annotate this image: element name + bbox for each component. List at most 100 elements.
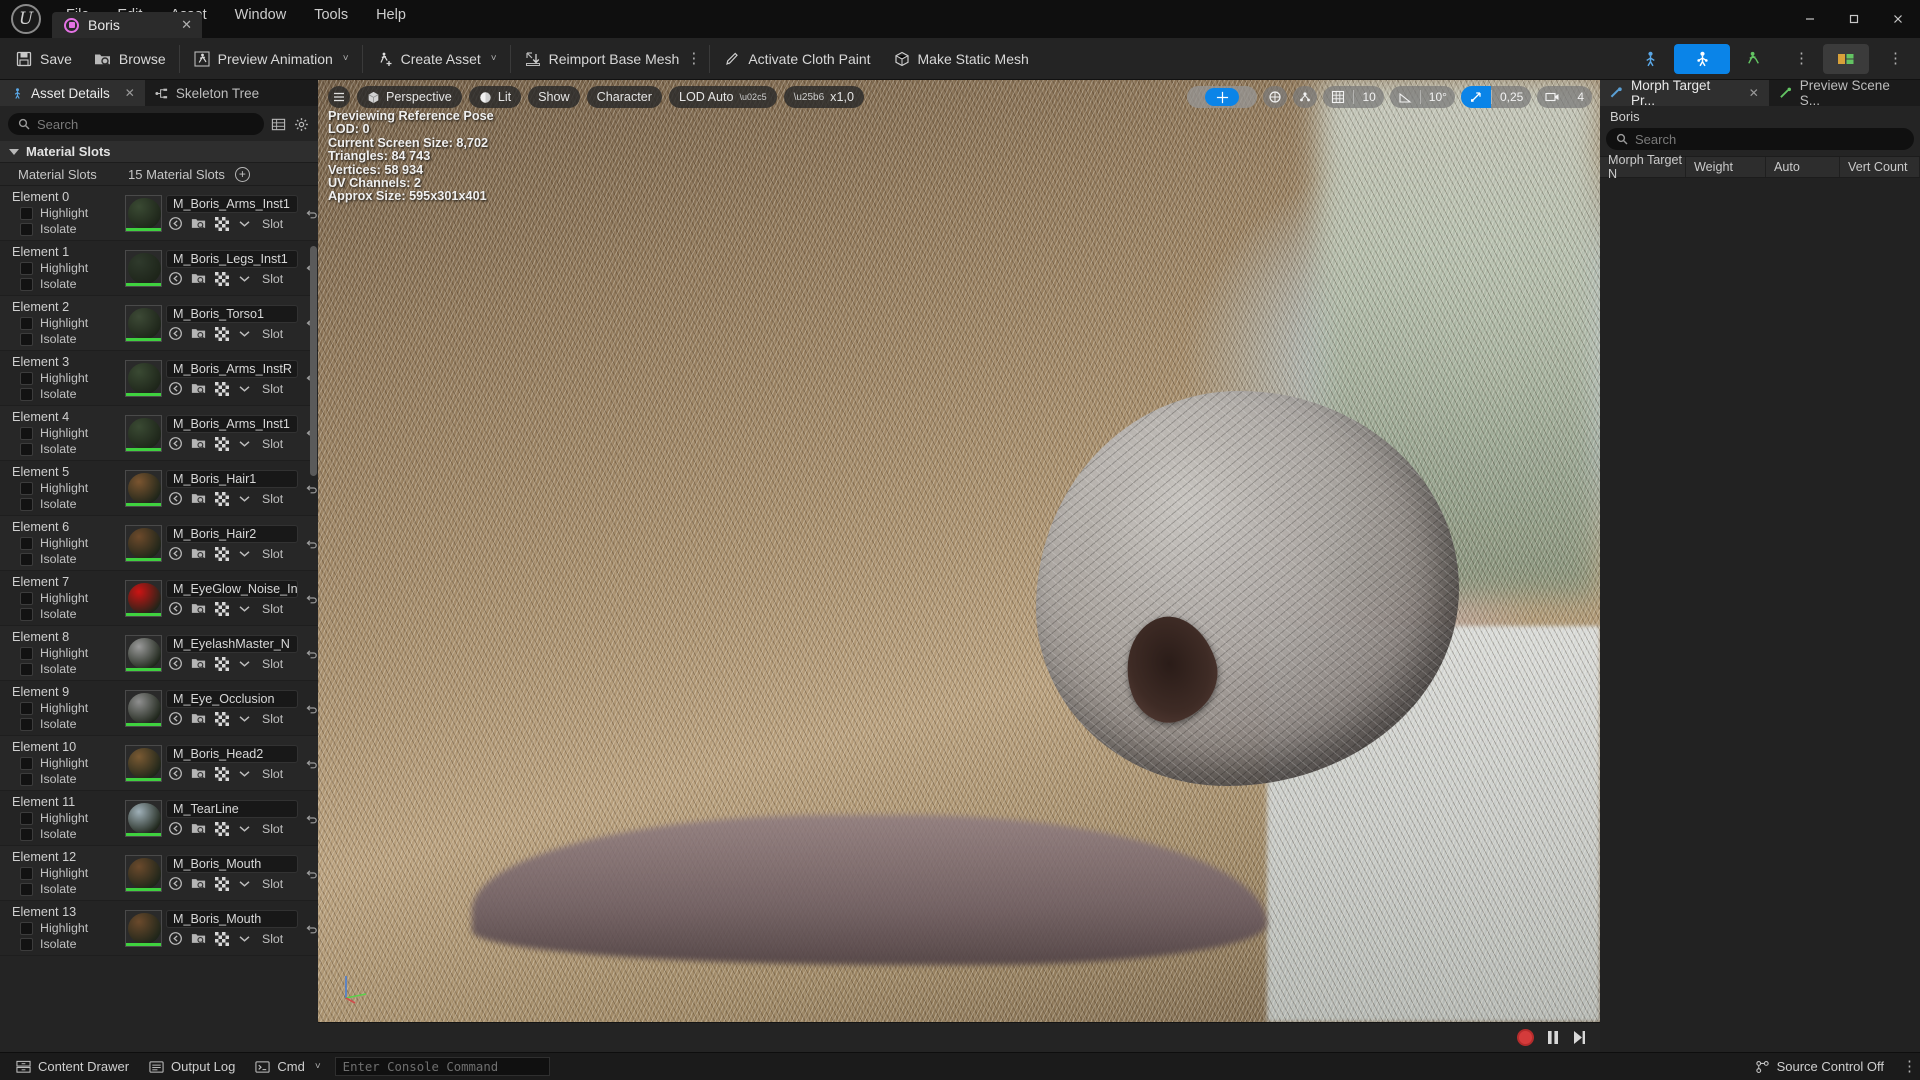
isolate-checkbox[interactable] — [20, 773, 33, 786]
isolate-checkbox-row[interactable]: Isolate — [12, 222, 120, 237]
record-icon[interactable] — [1517, 1029, 1534, 1046]
tab-asset-details[interactable]: Asset Details ✕ — [0, 80, 145, 106]
material-slot-list[interactable]: Element 0 Highlight Isolate M_Boris_Arms… — [0, 186, 318, 1052]
isolate-checkbox[interactable] — [20, 443, 33, 456]
transform-mode-toggle[interactable] — [1187, 86, 1258, 108]
use-selected-asset-icon[interactable] — [214, 876, 229, 891]
highlight-checkbox[interactable] — [20, 592, 33, 605]
material-slot-row[interactable]: Element 0 Highlight Isolate M_Boris_Arms… — [0, 186, 318, 241]
tab-preview-scene-settings[interactable]: Preview Scene S... — [1768, 78, 1920, 108]
use-selected-asset-icon[interactable] — [214, 656, 229, 671]
material-slot-row[interactable]: Element 6 Highlight Isolate M_Boris_Hair… — [0, 516, 318, 571]
isolate-checkbox-row[interactable]: Isolate — [12, 552, 120, 567]
browse-to-asset-icon[interactable] — [168, 271, 183, 286]
use-selected-asset-icon[interactable] — [214, 381, 229, 396]
browse-to-asset-icon[interactable] — [168, 491, 183, 506]
scrollbar-thumb[interactable] — [310, 246, 317, 476]
material-slot-row[interactable]: Element 4 Highlight Isolate M_Boris_Arms… — [0, 406, 318, 461]
grid-snap-control[interactable]: 10 — [1323, 86, 1384, 108]
browse-to-asset-icon[interactable] — [168, 766, 183, 781]
browse-to-asset-icon[interactable] — [168, 821, 183, 836]
use-selected-asset-icon[interactable] — [214, 931, 229, 946]
material-name-field[interactable]: M_Boris_Head2 — [166, 745, 298, 763]
material-name-field[interactable]: M_Eye_Occlusion — [166, 690, 298, 708]
material-name-field[interactable]: M_EyelashMaster_N — [166, 635, 298, 653]
material-thumbnail[interactable] — [124, 414, 162, 452]
highlight-checkbox-row[interactable]: Highlight — [12, 701, 120, 716]
material-name-field[interactable]: M_Boris_Hair2 — [166, 525, 298, 543]
column-header-auto[interactable]: Auto — [1766, 157, 1840, 177]
browse-to-asset-icon[interactable] — [168, 711, 183, 726]
overflow-menu-icon[interactable]: ⋮ — [1902, 1059, 1917, 1074]
material-thumbnail-cell[interactable] — [120, 516, 166, 570]
preview-animation-button[interactable]: Preview Animation ˅ — [182, 38, 360, 80]
browse-to-asset-icon[interactable] — [168, 546, 183, 561]
viewport-camera-mode-button[interactable]: Perspective — [357, 86, 462, 108]
highlight-checkbox[interactable] — [20, 427, 33, 440]
tab-morph-target-previewer[interactable]: Morph Target Pr... ✕ — [1600, 78, 1769, 108]
menu-item-tools[interactable]: Tools — [300, 0, 362, 30]
material-slot-row[interactable]: Element 8 Highlight Isolate M_EyelashMas… — [0, 626, 318, 681]
content-drawer-button[interactable]: Content Drawer — [6, 1053, 139, 1080]
isolate-checkbox-row[interactable]: Isolate — [12, 277, 120, 292]
browse-to-asset-icon[interactable] — [168, 656, 183, 671]
isolate-checkbox[interactable] — [20, 278, 33, 291]
highlight-checkbox-row[interactable]: Highlight — [12, 591, 120, 606]
material-thumbnail[interactable] — [124, 194, 162, 232]
material-slot-row[interactable]: Element 3 Highlight Isolate M_Boris_Arms… — [0, 351, 318, 406]
morph-search-input[interactable] — [1635, 131, 1904, 147]
use-selected-asset-icon[interactable] — [214, 326, 229, 341]
isolate-checkbox-row[interactable]: Isolate — [12, 442, 120, 457]
material-thumbnail[interactable] — [124, 744, 162, 782]
material-slot-row[interactable]: Element 5 Highlight Isolate M_Boris_Hair… — [0, 461, 318, 516]
pause-icon[interactable] — [1546, 1030, 1560, 1045]
overflow-menu-icon[interactable]: ⋮ — [686, 51, 701, 66]
highlight-checkbox-row[interactable]: Highlight — [12, 811, 120, 826]
morph-search-input-wrapper[interactable] — [1606, 128, 1914, 150]
isolate-checkbox-row[interactable]: Isolate — [12, 607, 120, 622]
highlight-checkbox-row[interactable]: Highlight — [12, 426, 120, 441]
find-in-content-browser-icon[interactable] — [191, 876, 206, 891]
angle-snap-value[interactable]: 10° — [1421, 86, 1455, 108]
material-name-field[interactable]: M_Boris_Hair1 — [166, 470, 298, 488]
chevron-down-icon[interactable]: ˅ — [343, 53, 349, 64]
use-selected-asset-icon[interactable] — [214, 601, 229, 616]
search-input[interactable] — [37, 116, 254, 132]
chevron-down-icon[interactable] — [237, 546, 252, 561]
isolate-checkbox-row[interactable]: Isolate — [12, 882, 120, 897]
isolate-checkbox[interactable] — [20, 388, 33, 401]
browse-to-asset-icon[interactable] — [168, 601, 183, 616]
material-name-field[interactable]: M_EyeGlow_Noise_Inst — [166, 580, 298, 598]
material-thumbnail[interactable] — [124, 909, 162, 947]
isolate-checkbox[interactable] — [20, 938, 33, 951]
isolate-checkbox-row[interactable]: Isolate — [12, 662, 120, 677]
camera-speed-icon[interactable] — [1537, 86, 1569, 108]
material-thumbnail-cell[interactable] — [120, 846, 166, 900]
toolbar-overflow-button[interactable]: ⋮ — [1778, 44, 1820, 74]
highlight-checkbox[interactable] — [20, 372, 33, 385]
material-thumbnail[interactable] — [124, 799, 162, 837]
save-button[interactable]: Save — [4, 38, 83, 80]
viewport-view-mode-button[interactable]: Lit — [468, 86, 522, 108]
material-thumbnail-cell[interactable] — [120, 626, 166, 680]
preview-viewport[interactable]: Perspective Lit Show Character LOD Auto … — [318, 80, 1600, 1022]
material-name-field[interactable]: M_Boris_Mouth — [166, 855, 298, 873]
chevron-down-icon[interactable]: ˅ — [491, 53, 497, 64]
camera-speed-control[interactable]: 4 — [1537, 86, 1592, 108]
world-coordinate-icon[interactable] — [1263, 86, 1288, 108]
highlight-checkbox[interactable] — [20, 482, 33, 495]
highlight-checkbox-row[interactable]: Highlight — [12, 921, 120, 936]
find-in-content-browser-icon[interactable] — [191, 601, 206, 616]
highlight-checkbox-row[interactable]: Highlight — [12, 261, 120, 276]
isolate-checkbox-row[interactable]: Isolate — [12, 827, 120, 842]
chevron-down-icon[interactable] — [237, 931, 252, 946]
isolate-checkbox[interactable] — [20, 223, 33, 236]
viewport-playrate-button[interactable]: \u25b6 x1,0 — [783, 86, 864, 108]
highlight-checkbox-row[interactable]: Highlight — [12, 371, 120, 386]
find-in-content-browser-icon[interactable] — [191, 766, 206, 781]
find-in-content-browser-icon[interactable] — [191, 216, 206, 231]
column-header-name[interactable]: Morph Target N — [1600, 153, 1686, 181]
column-header-weight[interactable]: Weight — [1686, 157, 1766, 177]
chevron-down-icon[interactable] — [237, 271, 252, 286]
highlight-checkbox[interactable] — [20, 867, 33, 880]
